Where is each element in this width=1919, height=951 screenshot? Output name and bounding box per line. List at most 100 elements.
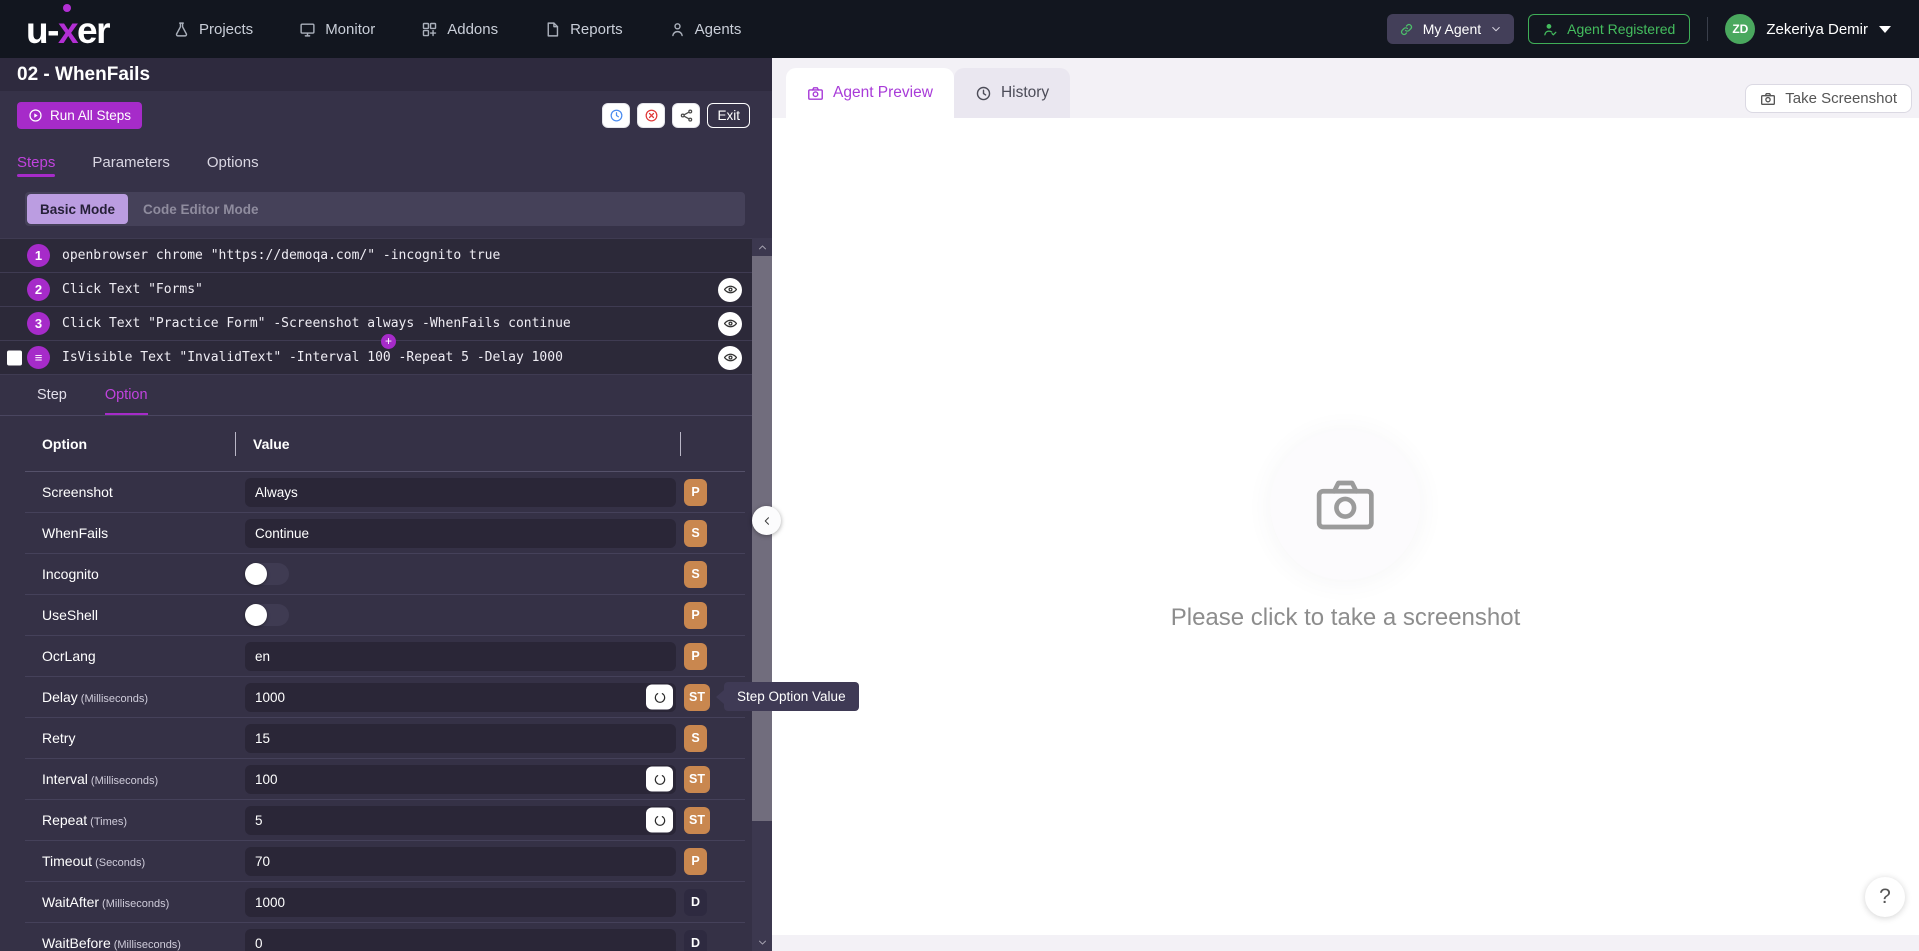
option-scope-badge[interactable]: P	[684, 601, 707, 629]
agent-preview-label: Agent Preview	[833, 84, 933, 101]
logo-post: er	[77, 9, 110, 51]
option-label: Repeat	[42, 812, 88, 828]
step-checkbox[interactable]	[7, 350, 22, 365]
tooltip-text: Step Option Value	[724, 682, 859, 711]
option-row: Delay(Milliseconds) ST	[25, 677, 745, 718]
incognito-toggle[interactable]	[245, 563, 289, 585]
tab-options[interactable]: Options	[207, 139, 259, 186]
eye-icon[interactable]	[718, 277, 742, 302]
reset-icon[interactable]	[646, 766, 673, 792]
nav-item-addons[interactable]: Addons	[421, 21, 498, 38]
reset-icon[interactable]	[646, 684, 673, 710]
avatar[interactable]: ZD	[1725, 14, 1756, 44]
option-label: Incognito	[42, 566, 99, 582]
useshell-toggle[interactable]	[245, 604, 289, 626]
step-row[interactable]: 2 Click Text "Forms"	[0, 273, 772, 307]
option-scope-badge[interactable]: P	[684, 478, 707, 506]
tab-option[interactable]: Option	[104, 375, 148, 415]
exit-button[interactable]: Exit	[707, 102, 750, 128]
option-column-header: Option	[42, 435, 88, 452]
nav-item-projects[interactable]: Projects	[173, 21, 253, 38]
option-scope-badge[interactable]: ST	[684, 683, 710, 711]
logo-x: x	[57, 9, 79, 51]
step-menu-icon[interactable]: ≡	[27, 346, 50, 369]
camera-placeholder-button[interactable]	[1270, 430, 1421, 580]
help-button[interactable]: ?	[1865, 877, 1905, 917]
tab-steps[interactable]: Steps	[17, 139, 56, 186]
user-name[interactable]: Zekeriya Demir	[1766, 21, 1868, 38]
cancel-button[interactable]	[637, 102, 666, 128]
take-screenshot-button[interactable]: Take Screenshot	[1745, 84, 1912, 113]
option-unit: (Milliseconds)	[80, 693, 149, 705]
steps-list: 1 openbrowser chrome "https://demoqa.com/…	[0, 238, 772, 375]
history-icon	[975, 85, 992, 102]
option-scope-badge[interactable]: P	[684, 847, 707, 875]
option-scope-badge[interactable]: S	[684, 724, 707, 752]
share-icon	[679, 108, 694, 123]
retry-input[interactable]	[245, 723, 676, 753]
addons-icon	[421, 21, 438, 38]
tab-agent-preview[interactable]: Agent Preview	[786, 68, 954, 118]
add-step-button[interactable]: +	[381, 334, 396, 349]
scroll-up-icon[interactable]	[752, 239, 772, 255]
option-scope-badge[interactable]: ST	[684, 806, 710, 834]
nav-item-label: Addons	[447, 20, 499, 38]
step-command: Click Text "Forms"	[62, 282, 203, 297]
agent-registered-button[interactable]: Agent Registered	[1528, 14, 1691, 44]
nav-item-monitor[interactable]: Monitor	[299, 21, 375, 38]
waitbefore-input[interactable]	[245, 928, 676, 951]
share-button[interactable]	[672, 102, 701, 128]
basic-mode-button[interactable]: Basic Mode	[27, 194, 129, 224]
uxer-logo[interactable]: u-x er	[26, 9, 110, 51]
mode-toggle-wrap: Basic Mode Code Editor Mode	[0, 186, 772, 238]
eye-icon[interactable]	[718, 345, 742, 370]
camera-icon	[1760, 91, 1776, 107]
nav-item-label: Reports	[570, 20, 623, 38]
eye-icon[interactable]	[718, 311, 742, 336]
nav-item-reports[interactable]: Reports	[544, 21, 623, 38]
option-scope-badge[interactable]: D	[684, 929, 707, 951]
tab-step[interactable]: Step	[37, 375, 67, 415]
option-row: Repeat(Times) ST	[25, 800, 745, 841]
column-resize-handle[interactable]	[680, 431, 681, 456]
screenshot-input[interactable]	[245, 477, 676, 507]
nav-item-label: Monitor	[325, 20, 376, 38]
option-scope-badge[interactable]: ST	[684, 765, 710, 793]
my-agent-dropdown[interactable]: My Agent	[1386, 14, 1515, 44]
tab-parameters[interactable]: Parameters	[92, 139, 170, 186]
option-label: Timeout	[42, 853, 93, 869]
code-editor-mode-button[interactable]: Code Editor Mode	[143, 202, 259, 217]
chevron-left-icon	[761, 515, 773, 527]
column-resize-handle[interactable]	[235, 431, 236, 456]
collapse-panel-button[interactable]	[752, 506, 781, 535]
timeout-input[interactable]	[245, 846, 676, 876]
screenshot-placeholder: Please click to take a screenshot	[1171, 430, 1520, 632]
scrollbar[interactable]	[752, 238, 772, 951]
tooltip: Step Option Value	[716, 682, 859, 711]
run-toolbar: Run All Steps Exit	[0, 91, 772, 139]
step-row[interactable]: 1 openbrowser chrome "https://demoqa.com/…	[0, 239, 772, 273]
reset-icon[interactable]	[646, 807, 673, 833]
waitafter-input[interactable]	[245, 887, 676, 917]
my-agent-label: My Agent	[1422, 21, 1482, 37]
option-scope-badge[interactable]: D	[684, 888, 707, 916]
option-scope-badge[interactable]: P	[684, 642, 707, 670]
whenfails-input[interactable]	[245, 518, 676, 548]
delay-input[interactable]	[245, 682, 676, 712]
step-command: openbrowser chrome "https://demoqa.com/"…	[62, 248, 501, 263]
ocrlang-input[interactable]	[245, 641, 676, 671]
run-all-steps-button[interactable]: Run All Steps	[17, 101, 143, 129]
repeat-input[interactable]	[245, 805, 676, 835]
schedule-button[interactable]	[602, 102, 631, 128]
option-row: Screenshot P	[25, 472, 745, 513]
scrollbar-thumb[interactable]	[752, 256, 772, 821]
option-scope-badge[interactable]: S	[684, 519, 707, 547]
interval-input[interactable]	[245, 764, 676, 794]
user-caret-icon[interactable]	[1879, 25, 1891, 33]
nav-item-agents[interactable]: Agents	[669, 21, 741, 38]
agent-registered-icon	[1543, 22, 1558, 37]
option-label: OcrLang	[42, 648, 96, 664]
tab-history[interactable]: History	[953, 68, 1071, 118]
option-scope-badge[interactable]: S	[684, 560, 707, 588]
scroll-down-icon[interactable]	[752, 934, 772, 950]
